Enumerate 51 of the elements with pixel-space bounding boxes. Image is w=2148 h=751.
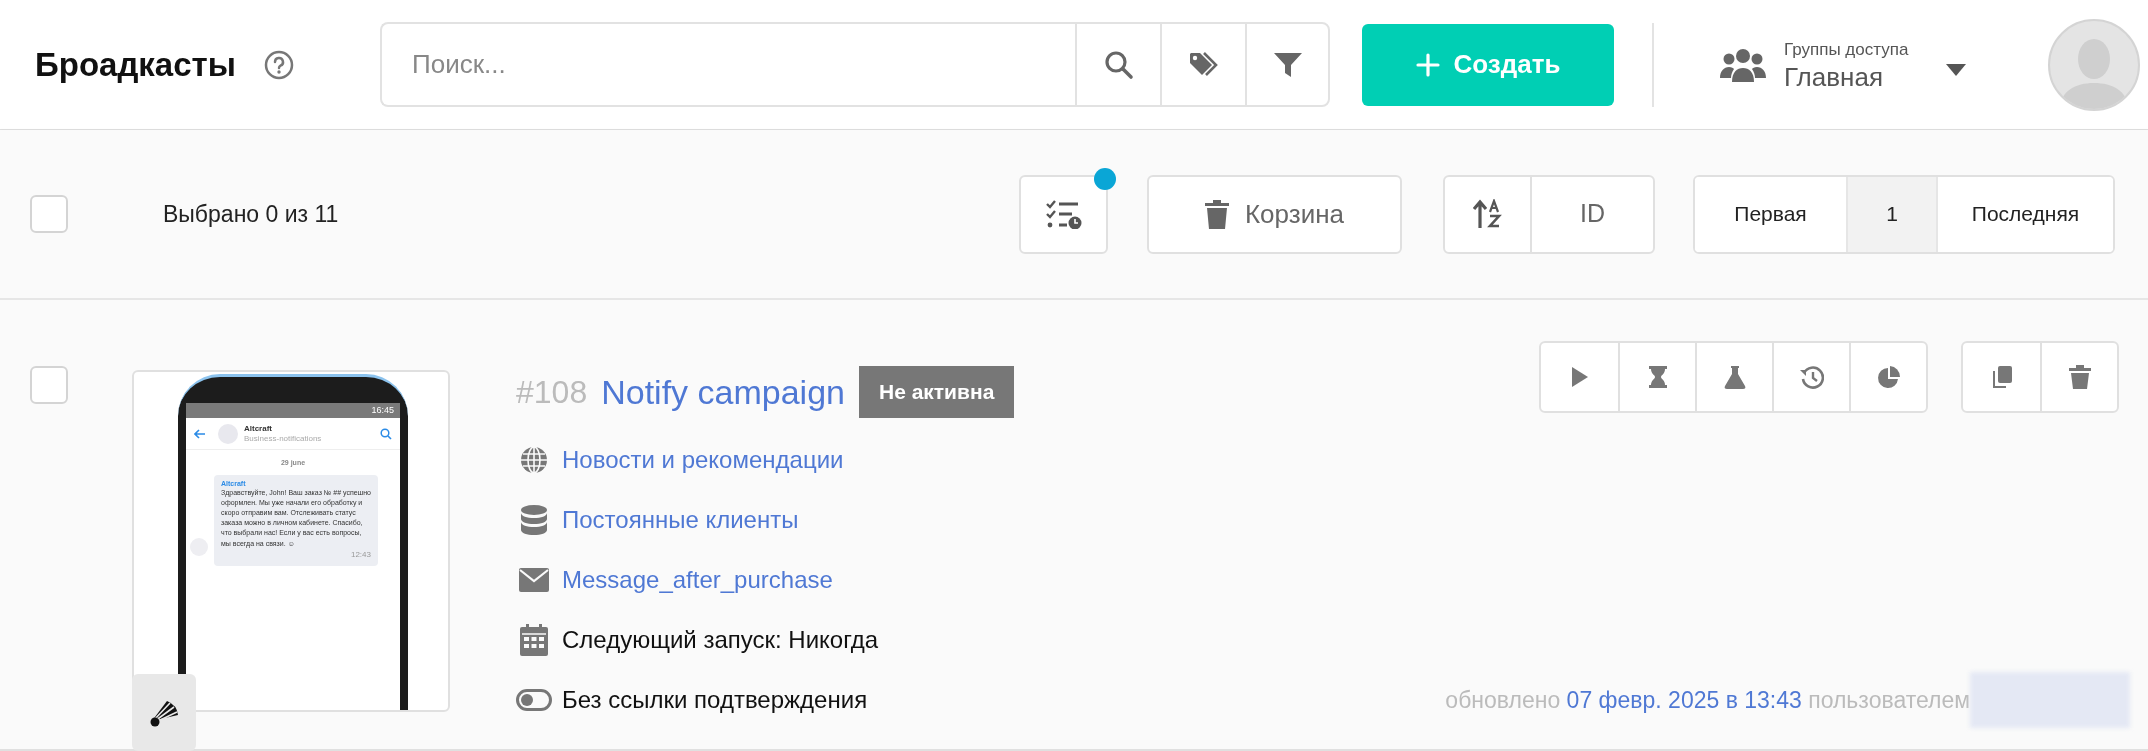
pie-chart-icon: [1876, 365, 1901, 389]
calendar-icon: [520, 624, 548, 656]
access-group-selector[interactable]: Группы доступа Главная: [1720, 37, 1966, 92]
search-icon: [1103, 49, 1134, 80]
select-all-checkbox[interactable]: [30, 195, 68, 233]
page-button[interactable]: Последняя: [1936, 176, 2113, 252]
page-button[interactable]: 1: [1846, 176, 1936, 252]
selection-count: Выбрано 0 из 11: [163, 199, 339, 229]
page-title: Броадкасты: [35, 44, 236, 85]
detail-text: Следующий запуск: Никогда: [562, 625, 879, 655]
broadcast-name[interactable]: Notify campaign: [601, 366, 845, 418]
tags-button[interactable]: [1160, 22, 1245, 107]
sort-field-button[interactable]: ID: [1532, 176, 1653, 252]
detail-text: Без ссылки подтверждения: [562, 685, 868, 715]
trash-icon: [2067, 365, 2092, 389]
trash-icon: [1204, 199, 1229, 229]
schedule-list-button[interactable]: [1019, 174, 1108, 254]
users-icon: [1720, 47, 1766, 82]
trash-button[interactable]: Корзина: [1147, 174, 1402, 254]
filter-button[interactable]: [1245, 22, 1330, 107]
envelope-icon: [519, 568, 549, 592]
plus-icon: [1415, 52, 1440, 77]
sort-az-icon: [1471, 199, 1504, 229]
updated-date-link[interactable]: 07 февр. 2025 в 13:43: [1566, 686, 1802, 713]
back-arrow-icon: [194, 428, 206, 439]
checklist-clock-icon: [1045, 199, 1082, 229]
history-icon: [1799, 365, 1824, 389]
chat-title: Altcraft: [244, 424, 273, 433]
search-button[interactable]: [1075, 22, 1160, 107]
updated-info: обновлено 07 февр. 2025 в 13:43 пользователем: [1445, 685, 1970, 715]
flask-icon: [1722, 365, 1747, 389]
filter-icon: [1272, 50, 1303, 79]
toggle-icon: [516, 689, 552, 711]
broadcast-id: #108: [516, 373, 588, 412]
detail-link[interactable]: Новости и рекомендации: [562, 442, 844, 478]
status-badge: Не активна: [858, 366, 1015, 418]
chat-subtitle: Business-notifications: [244, 434, 323, 443]
globe-icon: [520, 446, 548, 474]
access-group-label: Группы доступа: [1784, 39, 1910, 62]
caret-icon: [1946, 63, 1966, 76]
status-time: 16:45: [371, 406, 394, 415]
search-field[interactable]: Поиск...: [380, 22, 1075, 107]
help-icon[interactable]: [263, 49, 294, 80]
row-checkbox[interactable]: [30, 366, 68, 404]
message-time: 12:43: [350, 548, 371, 561]
search-icon: [380, 427, 392, 440]
shuttlecock-icon: [149, 698, 179, 727]
database-icon: [521, 505, 547, 535]
detail-link[interactable]: Постоянные клиенты: [562, 502, 799, 538]
detail-link[interactable]: Message_after_purchase: [562, 562, 833, 598]
access-group-value: Главная: [1784, 62, 1884, 92]
